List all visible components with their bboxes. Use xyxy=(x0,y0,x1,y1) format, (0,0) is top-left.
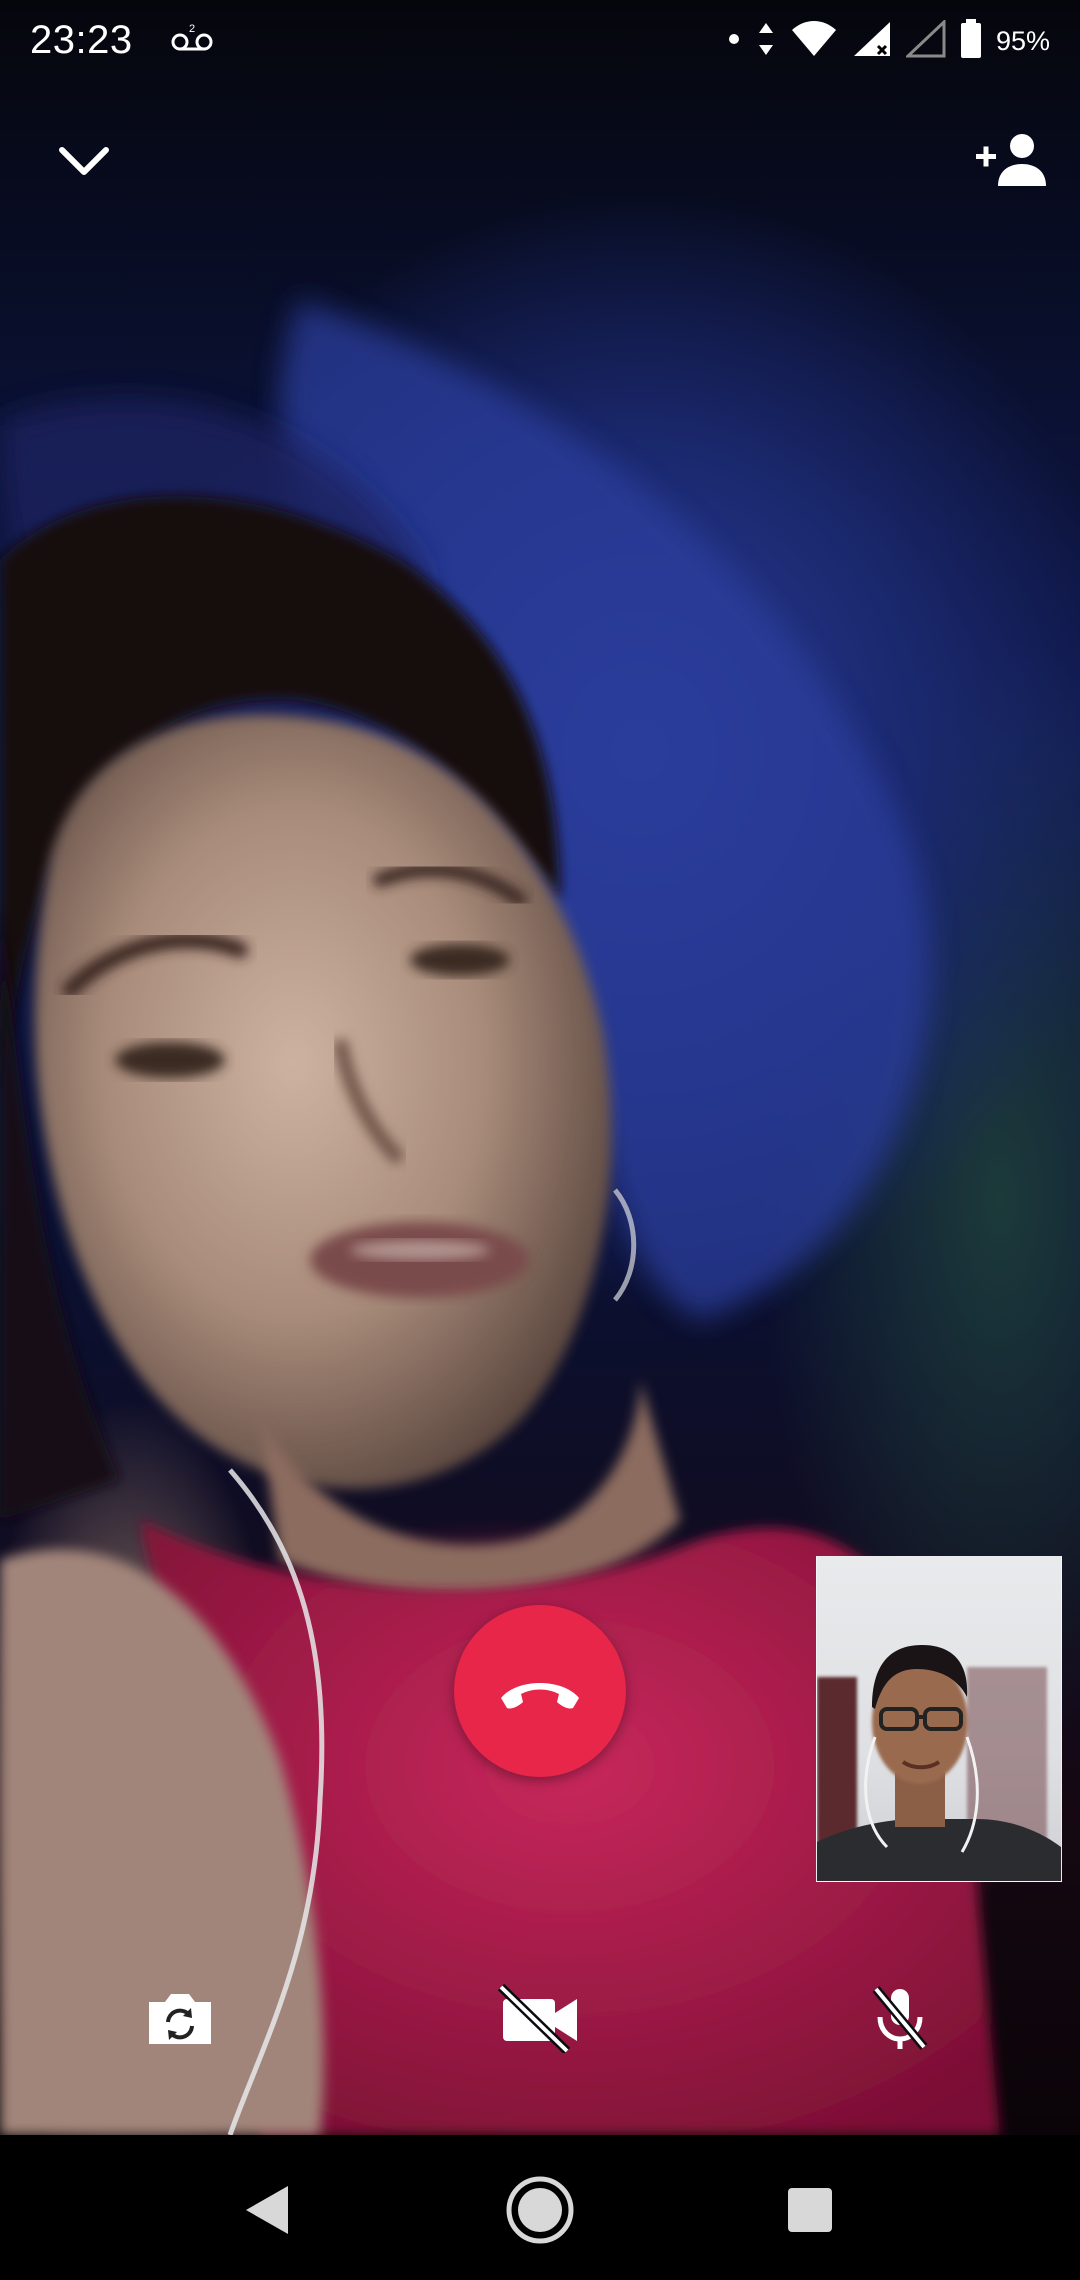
end-call-button[interactable] xyxy=(454,1605,626,1777)
status-icons: 95% xyxy=(726,16,1050,66)
nav-back-button[interactable] xyxy=(222,2165,312,2255)
self-view-image xyxy=(817,1645,1061,1881)
nav-recents-button[interactable] xyxy=(765,2165,855,2255)
video-off-icon xyxy=(497,1983,577,2053)
self-view-preview[interactable] xyxy=(816,1556,1062,1882)
phone-hangup-icon xyxy=(501,1683,579,1709)
video-call-screen: 23:23 2 95% xyxy=(0,0,1080,2280)
home-icon xyxy=(506,2176,574,2244)
cell-signal-empty-icon xyxy=(904,18,946,63)
switch-camera-button[interactable] xyxy=(120,1978,240,2058)
battery-percent: 95% xyxy=(995,25,1050,56)
voicemail-icon: 2 xyxy=(170,22,214,54)
chevron-down-icon xyxy=(59,147,109,175)
minimize-call-button[interactable] xyxy=(44,120,124,200)
status-bar: 23:23 2 95% xyxy=(0,0,1080,80)
battery-icon xyxy=(960,18,982,64)
status-time: 23:23 xyxy=(30,18,133,62)
cell-signal-icon xyxy=(852,20,892,63)
switch-camera-icon xyxy=(149,1994,211,2044)
add-person-icon xyxy=(976,134,1046,186)
notification-dot-icon xyxy=(726,31,742,52)
svg-text:2: 2 xyxy=(189,23,195,35)
nav-home-button[interactable] xyxy=(495,2165,585,2255)
wifi-icon xyxy=(790,20,838,63)
add-person-button[interactable] xyxy=(972,120,1052,200)
recents-icon xyxy=(788,2188,832,2232)
mute-button[interactable] xyxy=(840,1978,960,2058)
back-icon xyxy=(246,2186,288,2234)
mic-off-icon xyxy=(872,1986,928,2050)
data-arrows-icon xyxy=(756,21,776,62)
navigation-bar xyxy=(0,2135,1080,2280)
camera-off-button[interactable] xyxy=(480,1978,600,2058)
